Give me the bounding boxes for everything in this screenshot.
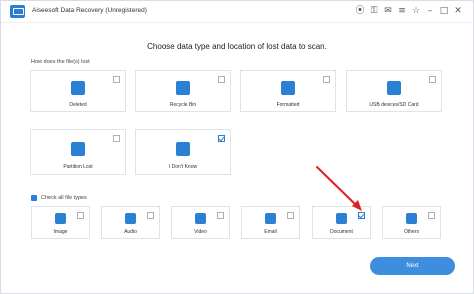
check-all-file-types[interactable]: Check all file types [31, 195, 87, 201]
title-bar: Aiseesoft Data Recovery (Unregistered) ⦿… [1, 1, 473, 23]
cart-icon[interactable]: ⦿ [355, 5, 365, 17]
recycle-bin-checkbox[interactable] [218, 76, 225, 83]
next-button[interactable]: Next [370, 257, 455, 275]
loss-card-label: Recycle Bin [169, 102, 197, 108]
menu-icon[interactable]: ≡ [397, 5, 407, 17]
usb-sd-checkbox[interactable] [429, 76, 436, 83]
loss-card-label: Formatted [276, 102, 300, 108]
check-all-checkbox[interactable] [31, 195, 37, 201]
app-window: Aiseesoft Data Recovery (Unregistered) ⦿… [0, 0, 474, 294]
loss-card-partition-lost[interactable]: Partition Lost [30, 129, 126, 175]
close-icon[interactable]: ✕ [453, 5, 463, 17]
others-checkbox[interactable] [428, 212, 435, 219]
partition-lost-checkbox[interactable] [113, 135, 120, 142]
loss-card-label: USB devices/SD Card [369, 102, 419, 108]
check-all-label: Check all file types [41, 195, 87, 201]
deleted-icon [71, 81, 85, 95]
recycle-bin-icon [176, 81, 190, 95]
file-type-label: Audio [124, 229, 137, 235]
pin-icon[interactable]: ☆ [411, 5, 421, 17]
video-checkbox[interactable] [217, 212, 224, 219]
file-type-label: Email [264, 229, 277, 235]
video-icon [195, 213, 206, 224]
email-icon [265, 213, 276, 224]
file-type-label: Video [194, 229, 207, 235]
image-checkbox[interactable] [77, 212, 84, 219]
loss-card-label: Partition Lost [63, 164, 93, 170]
loss-card-deleted[interactable]: Deleted [30, 70, 126, 112]
question-icon [176, 142, 190, 156]
dont-know-checkbox[interactable] [218, 135, 225, 142]
formatted-checkbox[interactable] [323, 76, 330, 83]
file-type-email[interactable]: Email [241, 206, 300, 239]
loss-card-recycle-bin[interactable]: Recycle Bin [135, 70, 231, 112]
titlebar-controls: ⦿ ⚿ ✉ ≡ ☆ – □ ✕ [355, 5, 463, 17]
loss-card-usb-sd[interactable]: USB devices/SD Card [346, 70, 442, 112]
loss-card-dont-know[interactable]: I Don't Know [135, 129, 231, 175]
file-type-label: Image [53, 229, 68, 235]
audio-checkbox[interactable] [147, 212, 154, 219]
formatted-icon [281, 81, 295, 95]
others-folder-icon [406, 213, 417, 224]
usb-drive-icon [387, 81, 401, 95]
partition-icon [71, 142, 85, 156]
document-checkbox[interactable] [358, 212, 365, 219]
app-logo-icon [10, 5, 25, 18]
deleted-checkbox[interactable] [113, 76, 120, 83]
file-type-label: Document [330, 229, 353, 235]
loss-card-label: I Don't Know [168, 164, 198, 170]
audio-icon [125, 213, 136, 224]
file-type-video[interactable]: Video [171, 206, 230, 239]
email-checkbox[interactable] [287, 212, 294, 219]
document-icon [336, 213, 347, 224]
file-type-audio[interactable]: Audio [101, 206, 160, 239]
page-heading: Choose data type and location of lost da… [147, 42, 327, 51]
maximize-icon[interactable]: □ [439, 5, 449, 17]
loss-card-formatted[interactable]: Formatted [240, 70, 336, 112]
key-icon[interactable]: ⚿ [369, 5, 379, 17]
loss-card-label: Deleted [69, 102, 87, 108]
chat-icon[interactable]: ✉ [383, 5, 393, 17]
image-icon [55, 213, 66, 224]
minimize-icon[interactable]: – [425, 5, 435, 17]
file-type-image[interactable]: Image [31, 206, 90, 239]
loss-section-label: How does the file(s) lost [31, 59, 90, 65]
file-type-document[interactable]: Document [312, 206, 371, 239]
file-type-others[interactable]: Others [382, 206, 441, 239]
file-type-label: Others [403, 229, 419, 235]
next-button-label: Next [406, 263, 419, 269]
annotation-arrow-line [316, 166, 358, 207]
app-title: Aiseesoft Data Recovery (Unregistered) [32, 7, 147, 14]
